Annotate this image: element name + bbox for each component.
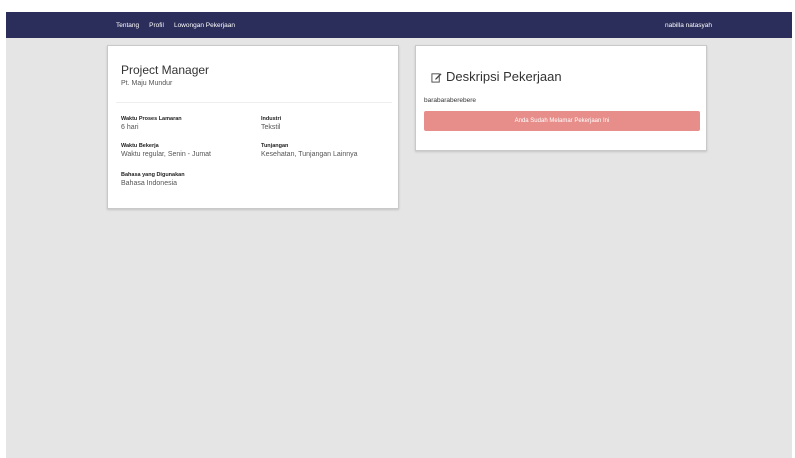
field-industry: Industri Tekstil (261, 116, 281, 131)
already-applied-button[interactable]: Anda Sudah Melamar Pekerjaan Ini (424, 111, 700, 131)
app-frame: Tentang Profil Lowongan Pekerjaan nabill… (6, 12, 792, 458)
job-summary-card: Project Manager Pt. Maju Mundur Waktu Pr… (107, 45, 399, 209)
field-label: Tunjangan (261, 143, 289, 149)
field-language: Bahasa yang Digunakan Bahasa Indonesia (121, 172, 185, 187)
company-name: Pt. Maju Mundur (121, 80, 173, 87)
field-value: Tekstil (261, 124, 281, 131)
job-title: Project Manager (121, 63, 210, 77)
field-label: Bahasa yang Digunakan (121, 172, 185, 178)
field-value: 6 hari (121, 124, 139, 131)
field-value: Waktu regular, Senin - Jumat (121, 151, 212, 158)
field-label: Industri (261, 116, 282, 122)
field-value: Kesehatan, Tunjangan Lainnya (261, 151, 358, 158)
edit-icon (431, 71, 442, 83)
nav-link-tentang[interactable]: Tentang (116, 22, 139, 29)
field-label: Waktu Bekerja (121, 143, 159, 149)
field-benefits: Tunjangan Kesehatan, Tunjangan Lainnya (261, 143, 358, 158)
job-description-card: Deskripsi Pekerjaan barabaraberebere And… (415, 45, 707, 151)
description-heading: Deskripsi Pekerjaan (446, 69, 562, 84)
field-working-hours: Waktu Bekerja Waktu regular, Senin - Jum… (121, 143, 211, 158)
user-menu[interactable]: nabilla natasyah (665, 12, 712, 38)
field-value: Bahasa Indonesia (121, 180, 178, 187)
nav-link-lowongan-pekerjaan[interactable]: Lowongan Pekerjaan (174, 22, 235, 29)
field-application-time: Waktu Proses Lamaran 6 hari (121, 116, 182, 131)
nav-link-profil[interactable]: Profil (149, 22, 164, 29)
description-header: Deskripsi Pekerjaan (431, 69, 562, 84)
nav-links: Tentang Profil Lowongan Pekerjaan (116, 12, 235, 38)
description-text: barabaraberebere (424, 97, 477, 104)
top-navbar: Tentang Profil Lowongan Pekerjaan nabill… (6, 12, 792, 38)
divider (116, 102, 392, 103)
field-label: Waktu Proses Lamaran (121, 116, 182, 122)
